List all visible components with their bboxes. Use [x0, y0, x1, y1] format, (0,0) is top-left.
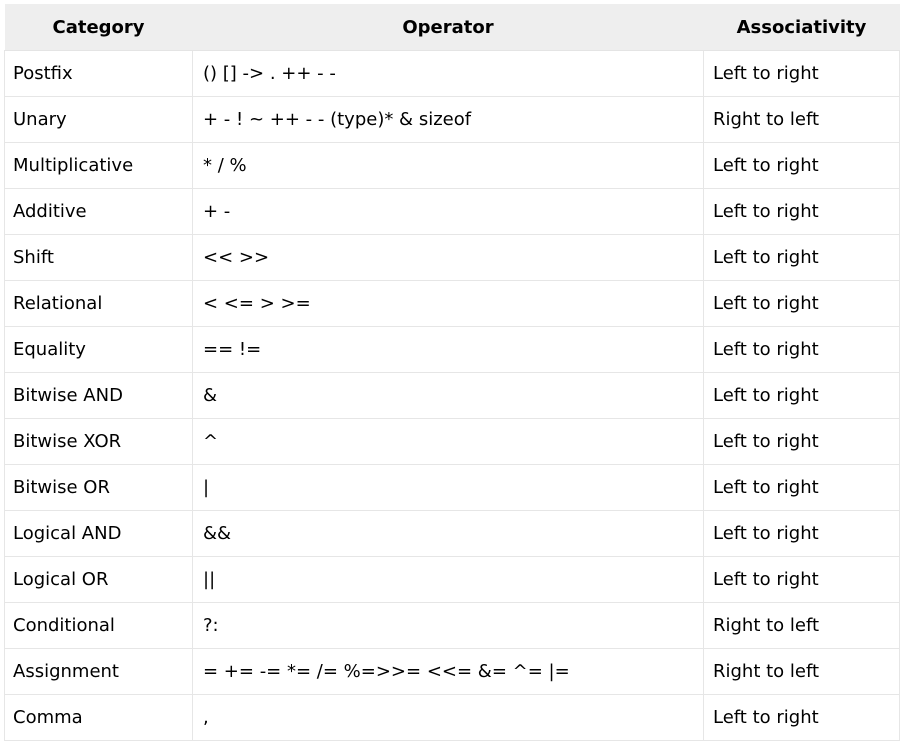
table-row: Relational < <= > >= Left to right [4, 280, 900, 327]
cell-operator: * / % [192, 142, 704, 189]
cell-category: Multiplicative [4, 142, 193, 189]
cell-category: Shift [4, 234, 193, 281]
cell-category: Unary [4, 96, 193, 143]
cell-associativity: Right to left [703, 602, 900, 649]
table-row: Logical AND && Left to right [4, 510, 900, 557]
table-row: Additive + - Left to right [4, 188, 900, 235]
cell-category: Comma [4, 694, 193, 741]
cell-associativity: Left to right [703, 142, 900, 189]
cell-associativity: Left to right [703, 280, 900, 327]
cell-associativity: Right to left [703, 96, 900, 143]
cell-category: Equality [4, 326, 193, 373]
table-header-row: Category Operator Associativity [4, 4, 900, 51]
operator-precedence-table: Category Operator Associativity Postfix(… [4, 4, 900, 741]
cell-category: Bitwise XOR [4, 418, 193, 465]
operator-precedence-table-container: Category Operator Associativity Postfix(… [4, 4, 900, 741]
cell-associativity: Left to right [703, 556, 900, 603]
cell-category: Logical AND [4, 510, 193, 557]
cell-operator: ^ [192, 418, 704, 465]
cell-operator: < <= > >= [192, 280, 704, 327]
table-row: Multiplicative * / % Left to right [4, 142, 900, 189]
header-associativity: Associativity [703, 4, 900, 51]
cell-associativity: Left to right [703, 326, 900, 373]
cell-operator: && [192, 510, 704, 557]
table-row: Unary + - ! ~ ++ - - (type)* & sizeof Righ… [4, 96, 900, 143]
cell-operator: = += -= *= /= %=>>= <<= &= ^= |= [192, 648, 704, 695]
table-row: Bitwise XOR ^ Left to right [4, 418, 900, 465]
cell-operator: || [192, 556, 704, 603]
table-row: Logical OR || Left to right [4, 556, 900, 603]
table-row: Bitwise AND & Left to right [4, 372, 900, 419]
cell-associativity: Left to right [703, 372, 900, 419]
cell-category: Bitwise OR [4, 464, 193, 511]
cell-category: Relational [4, 280, 193, 327]
header-operator: Operator [192, 4, 704, 51]
cell-associativity: Left to right [703, 510, 900, 557]
table-body: Postfix() [] -> . ++ - - Left to right Una… [4, 50, 900, 741]
table-row: Bitwise OR | Left to right [4, 464, 900, 511]
table-row: Conditional?: Right to left [4, 602, 900, 649]
table-row: Comma, Left to right [4, 694, 900, 741]
cell-associativity: Left to right [703, 464, 900, 511]
cell-associativity: Left to right [703, 234, 900, 281]
cell-category: Additive [4, 188, 193, 235]
cell-category: Postfix [4, 50, 193, 97]
cell-associativity: Right to left [703, 648, 900, 695]
table-row: Shift << >> Left to right [4, 234, 900, 281]
cell-associativity: Left to right [703, 188, 900, 235]
cell-associativity: Left to right [703, 418, 900, 465]
cell-operator: + - ! ~ ++ - - (type)* & sizeof [192, 96, 704, 143]
cell-operator: == != [192, 326, 704, 373]
cell-operator: ?: [192, 602, 704, 649]
cell-operator: , [192, 694, 704, 741]
table-row: Postfix() [] -> . ++ - - Left to right [4, 50, 900, 97]
cell-operator: | [192, 464, 704, 511]
cell-associativity: Left to right [703, 50, 900, 97]
cell-category: Logical OR [4, 556, 193, 603]
cell-operator: & [192, 372, 704, 419]
header-category: Category [4, 4, 193, 51]
cell-associativity: Left to right [703, 694, 900, 741]
cell-category: Conditional [4, 602, 193, 649]
cell-category: Bitwise AND [4, 372, 193, 419]
cell-category: Assignment [4, 648, 193, 695]
table-row: Assignment = += -= *= /= %=>>= <<= &= ^= … [4, 648, 900, 695]
cell-operator: + - [192, 188, 704, 235]
cell-operator: << >> [192, 234, 704, 281]
cell-operator: () [] -> . ++ - - [192, 50, 704, 97]
table-row: Equality == != Left to right [4, 326, 900, 373]
